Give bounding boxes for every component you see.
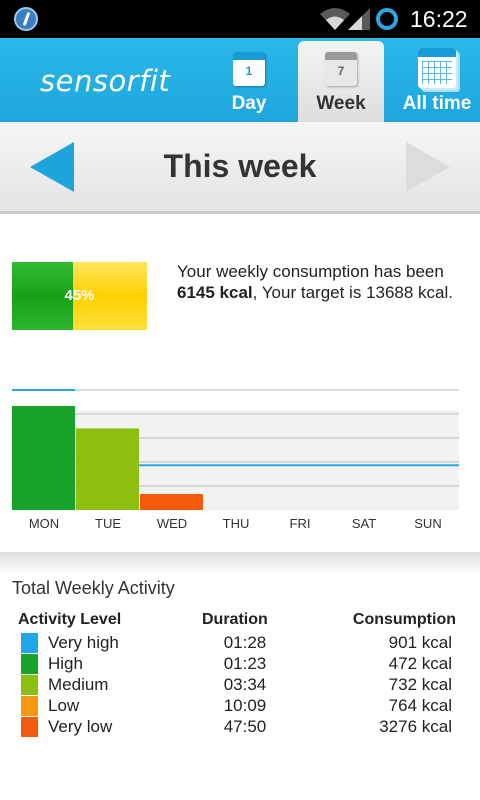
activity-color-swatch [21, 675, 38, 695]
activity-row: Medium 03:34 732 kcal [0, 674, 480, 695]
tab-day-label: Day [231, 93, 267, 114]
previous-week-arrow-icon[interactable] [30, 142, 74, 192]
tab-week-label: Week [316, 93, 366, 114]
header-duration: Duration [202, 611, 268, 628]
activity-consumption: 732 kcal [388, 675, 452, 694]
chart-day-label: THU [222, 516, 250, 531]
activity-level-name: Medium [48, 675, 109, 694]
header-activity-level: Activity Level [18, 611, 122, 628]
activity-duration: 01:28 [223, 633, 267, 652]
activity-consumption: 3276 kcal [379, 717, 452, 736]
summary-line2: , Your target is 13688 kcal. [252, 283, 453, 302]
app-logo: sensorfit [40, 64, 171, 98]
chart-day-label: MON [28, 516, 60, 531]
chart-day-label: TUE [95, 516, 121, 531]
activity-row: Very low 47:50 3276 kcal [0, 716, 480, 737]
activity-level-name: Low [48, 696, 80, 715]
activity-level-name: Very high [48, 633, 119, 652]
app-icon [14, 7, 38, 31]
activity-level-name: High [48, 654, 83, 673]
chart-bar [76, 428, 139, 510]
period-title: This week [163, 148, 317, 184]
calendar-day-icon: 1 [233, 52, 265, 86]
header-consumption: Consumption [352, 611, 456, 628]
chart-day-label: FRI [289, 516, 311, 531]
activity-duration: 03:34 [223, 675, 267, 694]
chart-day-label: SUN [414, 516, 442, 531]
calendar-week-icon: 7 [325, 52, 357, 86]
chart-bar [140, 494, 203, 510]
summary-consumption: 6145 kcal [177, 283, 253, 302]
activity-color-swatch [21, 633, 38, 653]
weekly-progress-bar: 45% [12, 262, 147, 330]
chart-bar [12, 406, 75, 510]
activity-duration: 10:09 [223, 696, 267, 715]
section-divider [0, 552, 480, 574]
activity-color-swatch [21, 717, 38, 737]
chart-day-label: WED [156, 516, 188, 531]
tab-all-time-label: All time [402, 93, 472, 114]
clock: 16:22 [410, 6, 468, 32]
summary-text: Your weekly consumption has been 6145 kc… [177, 261, 467, 303]
status-bar: 16:22 [0, 0, 480, 38]
sync-icon [376, 8, 398, 30]
activity-row: Very high 01:28 901 kcal [0, 632, 480, 653]
activity-section-title: Total Weekly Activity [12, 578, 175, 598]
tab-week[interactable]: 7 Week [298, 41, 384, 122]
app-header: sensorfit 1 Day 7 Week All time [0, 38, 480, 122]
progress-percent: 45% [64, 287, 95, 304]
weekly-bar-chart [12, 389, 459, 510]
tab-all-time[interactable]: All time [396, 38, 478, 122]
activity-consumption: 472 kcal [388, 654, 452, 673]
calendar-all-icon [418, 48, 456, 88]
activity-row: Low 10:09 764 kcal [0, 695, 480, 716]
signal-icon [348, 8, 370, 30]
activity-consumption: 901 kcal [388, 633, 452, 652]
activity-duration: 01:23 [223, 654, 267, 673]
activity-row: High 01:23 472 kcal [0, 653, 480, 674]
activity-duration: 47:50 [223, 717, 267, 736]
activity-color-swatch [21, 696, 38, 716]
activity-level-name: Very low [48, 717, 113, 736]
activity-color-swatch [21, 654, 38, 674]
summary-line1: Your weekly consumption has been [177, 262, 444, 281]
period-navigator: This week [0, 122, 480, 214]
next-week-arrow-icon[interactable] [406, 142, 450, 192]
chart-day-label: SAT [351, 516, 377, 531]
activity-consumption: 764 kcal [388, 696, 452, 715]
tab-day[interactable]: 1 Day [218, 38, 280, 122]
